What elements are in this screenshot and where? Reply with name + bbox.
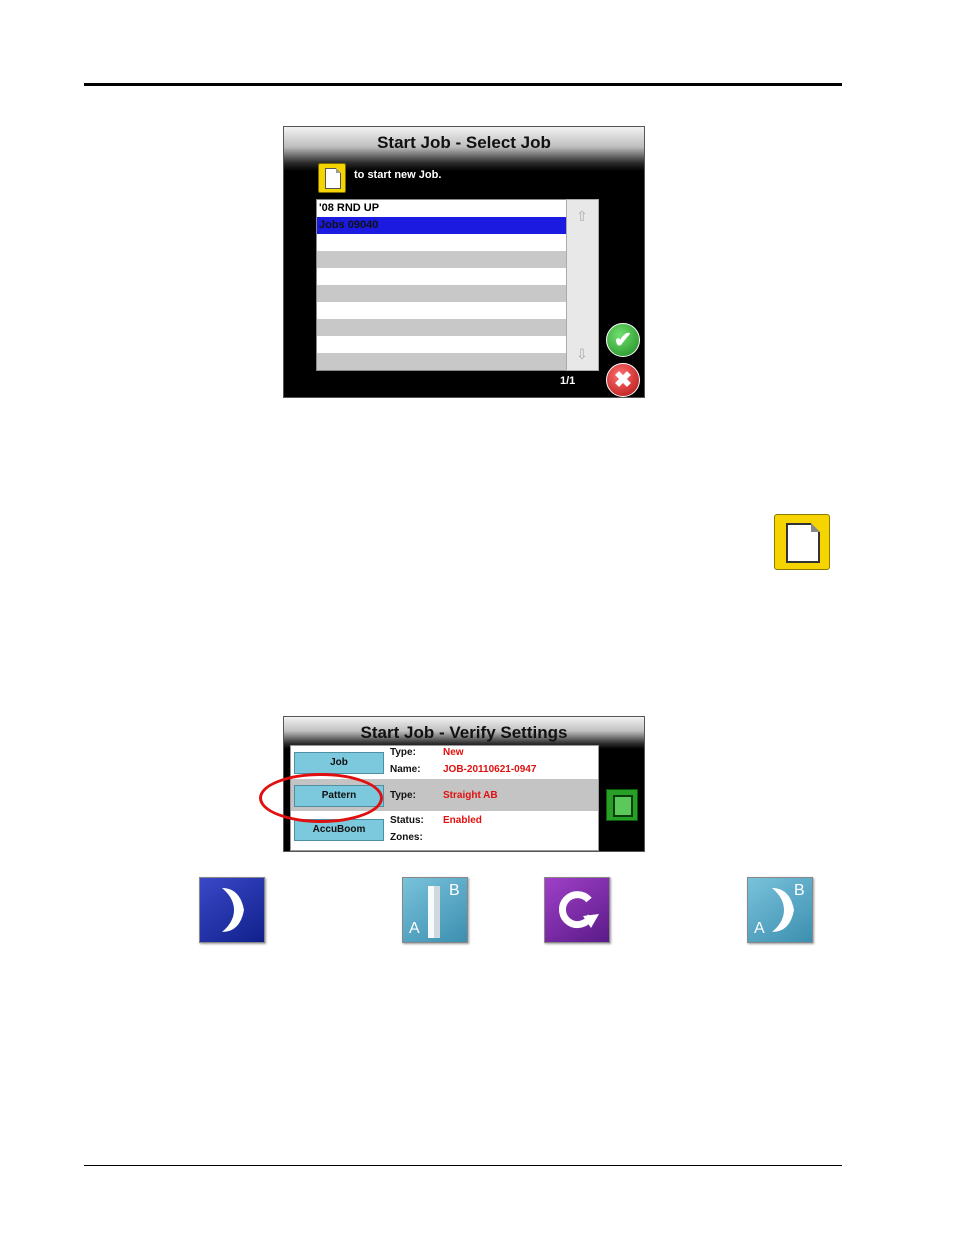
cancel-button[interactable]: ✖	[606, 363, 640, 397]
new-job-button[interactable]	[318, 163, 346, 193]
new-document-icon	[325, 168, 341, 189]
job-type-value: New	[443, 747, 464, 758]
list-item[interactable]	[317, 234, 566, 251]
pattern-callout-ellipse	[259, 773, 383, 823]
list-item[interactable]	[317, 268, 566, 285]
list-item[interactable]	[317, 302, 566, 319]
job-list[interactable]: '08 RND UP Jobs 09040	[316, 199, 567, 371]
list-item[interactable]	[317, 319, 566, 336]
list-item[interactable]	[317, 251, 566, 268]
point-a-label: A	[754, 920, 765, 937]
pivot-arrow-shape	[559, 891, 599, 929]
pattern-type-value: Straight AB	[443, 790, 498, 801]
list-item-selected[interactable]: Jobs 09040	[317, 217, 566, 234]
pivot-icon	[544, 877, 610, 943]
pattern-type-label: Type:	[390, 790, 416, 801]
accuboom-status-value: Enabled	[443, 815, 482, 826]
screen-title: Start Job - Select Job	[377, 133, 551, 152]
new-document-icon	[786, 523, 820, 563]
job-button[interactable]: Job	[294, 752, 384, 774]
accuboom-status-label: Status:	[390, 815, 424, 826]
accuboom-zones-label: Zones:	[390, 832, 423, 843]
curved-ab-icon: A B	[747, 877, 813, 943]
new-job-hint: to start new Job.	[354, 169, 442, 181]
close-icon: ✖	[613, 367, 633, 392]
footer-rule	[84, 1165, 842, 1166]
job-type-label: Type:	[390, 747, 416, 758]
job-name-value: JOB-20110621-0947	[443, 764, 537, 775]
checkmark-icon: ✔	[613, 327, 633, 352]
start-job-button[interactable]	[606, 789, 638, 821]
scroll-up-icon[interactable]: ⇧	[571, 205, 593, 227]
point-b-label: B	[449, 882, 460, 899]
header-rule	[84, 83, 842, 86]
list-item[interactable]	[317, 353, 566, 370]
curve-shape	[222, 888, 244, 932]
point-a-label: A	[409, 920, 420, 937]
scroll-down-icon[interactable]: ⇩	[571, 343, 593, 365]
select-job-screen: Start Job - Select Job to start new Job.…	[283, 126, 645, 398]
list-item[interactable]	[317, 285, 566, 302]
straight-ab-icon: A B	[402, 877, 468, 943]
accept-button[interactable]: ✔	[606, 323, 640, 357]
screen-title: Start Job - Verify Settings	[360, 723, 568, 742]
list-scrollbar[interactable]: ⇧ ⇩	[566, 199, 599, 371]
page-indicator: 1/1	[560, 375, 576, 387]
list-item[interactable]	[317, 336, 566, 353]
new-job-icon	[774, 514, 830, 570]
point-b-label: B	[794, 882, 805, 899]
list-item[interactable]: '08 RND UP	[317, 200, 566, 217]
curved-pattern-icon	[199, 877, 265, 943]
field-start-icon	[613, 795, 633, 817]
job-name-label: Name:	[390, 764, 421, 775]
